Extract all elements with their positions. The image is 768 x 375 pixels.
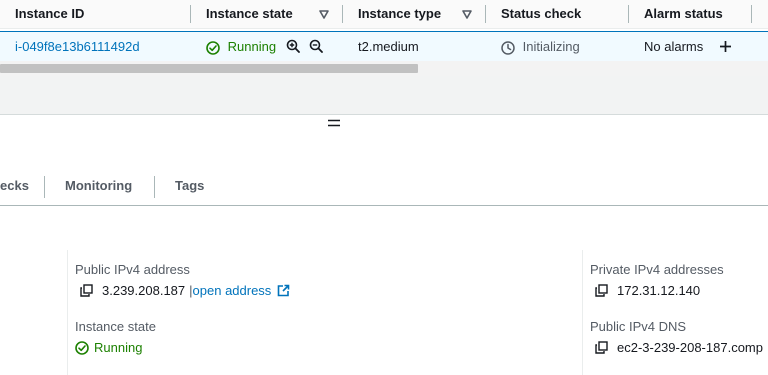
tab-status-checks[interactable]: ecks: [0, 170, 29, 202]
alarm-status-text: No alarms: [644, 39, 704, 54]
tab-monitoring[interactable]: Monitoring: [65, 170, 132, 202]
column-divider[interactable]: [751, 5, 752, 23]
private-ipv4-value: 172.31.12.140: [617, 283, 701, 298]
column-divider[interactable]: [190, 5, 191, 23]
instance-state-cell: Running: [206, 32, 276, 61]
public-ipv4-value-row: 3.239.208.187 | open address: [80, 283, 290, 298]
instance-type-cell: t2.medium: [358, 39, 419, 54]
instance-state-label: Instance state: [75, 319, 156, 334]
split-pane-resize-handle[interactable]: [327, 118, 341, 128]
public-dns-label: Public IPv4 DNS: [590, 319, 687, 334]
tabs-underline: [0, 205, 768, 206]
copy-icon[interactable]: [80, 284, 93, 297]
public-ipv4-label: Public IPv4 address: [75, 262, 190, 277]
instance-id-link[interactable]: i-049f8e13b6111492d: [15, 32, 140, 61]
copy-icon[interactable]: [595, 284, 608, 297]
tab-tags[interactable]: Tags: [175, 170, 204, 202]
instance-state-detail-value: Running: [94, 340, 143, 355]
external-link-icon[interactable]: [277, 284, 290, 297]
column-header-status-check[interactable]: Status check: [501, 0, 581, 28]
column-divider[interactable]: [342, 5, 343, 23]
details-column-divider: [582, 250, 583, 375]
copy-icon[interactable]: [595, 341, 608, 354]
public-ipv4-value: 3.239.208.187: [102, 283, 186, 298]
details-column-divider: [67, 250, 68, 375]
horizontal-scrollbar[interactable]: [0, 61, 768, 76]
column-header-alarm-status[interactable]: Alarm status: [644, 0, 723, 28]
private-ipv4-label: Private IPv4 addresses: [590, 262, 724, 277]
column-divider[interactable]: [485, 5, 486, 23]
success-check-icon: [75, 340, 89, 355]
instance-state-value-row: Running: [75, 340, 142, 355]
sort-icon[interactable]: [318, 8, 330, 20]
public-dns-value: ec2-3-239-208-187.comp: [617, 340, 763, 355]
column-header-instance-state[interactable]: Instance state: [206, 0, 293, 28]
open-address-link[interactable]: open address: [193, 283, 272, 298]
table-footer-band: [0, 76, 768, 115]
clock-icon: [501, 40, 515, 55]
scrollbar-thumb[interactable]: [0, 64, 418, 73]
status-check-text: Initializing: [522, 39, 580, 54]
tab-divider: [154, 176, 155, 198]
tab-divider: [44, 176, 45, 198]
status-check-cell: Initializing: [501, 32, 580, 61]
sort-icon[interactable]: [461, 8, 473, 20]
table-row[interactable]: i-049f8e13b6111492d Running t2.medium In…: [0, 31, 768, 62]
success-check-icon: [206, 40, 220, 55]
column-header-instance-type[interactable]: Instance type: [358, 0, 441, 28]
column-header-instance-id[interactable]: Instance ID: [15, 0, 84, 28]
public-dns-value-row: ec2-3-239-208-187.comp: [595, 340, 763, 355]
instances-table-header: Instance ID Instance state Instance type…: [0, 0, 768, 29]
zoom-out-icon[interactable]: [309, 39, 323, 53]
zoom-in-icon[interactable]: [286, 39, 300, 53]
add-alarm-icon[interactable]: [719, 40, 732, 53]
instance-state-text: Running: [227, 39, 277, 54]
details-tabs: ecks Monitoring Tags: [0, 170, 768, 204]
column-divider[interactable]: [628, 5, 629, 23]
private-ipv4-value-row: 172.31.12.140: [595, 283, 700, 298]
